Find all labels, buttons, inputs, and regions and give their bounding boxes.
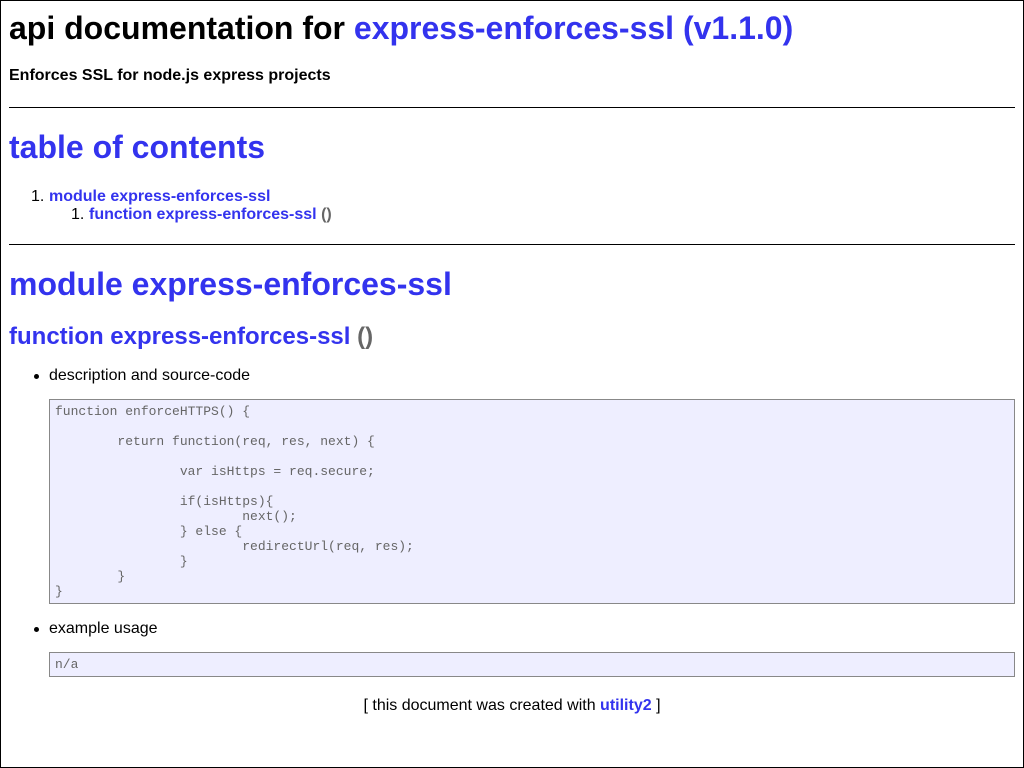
footer: [ this document was created with utility… <box>9 697 1015 715</box>
description-bullet: description and source-code <box>9 367 1015 385</box>
title-link[interactable]: express-enforces-ssl (v1.1.0) <box>354 10 793 46</box>
title-prefix: api documentation for <box>9 10 345 46</box>
example-bullet: example usage <box>9 620 1015 638</box>
function-heading-link[interactable]: function express-enforces-ssl <box>9 323 350 350</box>
source-code-block: function enforceHTTPS() { return functio… <box>49 399 1015 604</box>
toc-item-number: 1. <box>31 188 45 205</box>
toc-link-module[interactable]: module express-enforces-ssl <box>49 188 270 205</box>
toc-item-module: 1. module express-enforces-ssl <box>9 188 1015 206</box>
toc-heading[interactable]: table of contents <box>9 128 1015 166</box>
toc-subitem-number: 1. <box>71 206 85 223</box>
toc-list: 1. module express-enforces-ssl 1. functi… <box>9 188 1015 224</box>
toc-function-paren: () <box>321 206 332 223</box>
page-title: api documentation for express-enforces-s… <box>9 9 1015 47</box>
footer-suffix: ] <box>656 697 661 714</box>
toc-subitem-function: 1. function express-enforces-ssl () <box>9 206 1015 224</box>
package-description: Enforces SSL for node.js express project… <box>9 67 331 84</box>
utility2-link[interactable]: utility2 <box>600 697 652 714</box>
example-code-block: n/a <box>49 652 1015 677</box>
divider <box>9 107 1015 108</box>
function-heading-paren: () <box>357 323 374 350</box>
function-heading: function express-enforces-ssl () <box>9 323 1015 351</box>
doc-page: api documentation for express-enforces-s… <box>1 9 1023 715</box>
footer-prefix: [ this document was created with <box>363 697 596 714</box>
divider <box>9 244 1015 245</box>
toc-link-function[interactable]: function express-enforces-ssl <box>89 206 317 223</box>
module-heading[interactable]: module express-enforces-ssl <box>9 265 1015 303</box>
